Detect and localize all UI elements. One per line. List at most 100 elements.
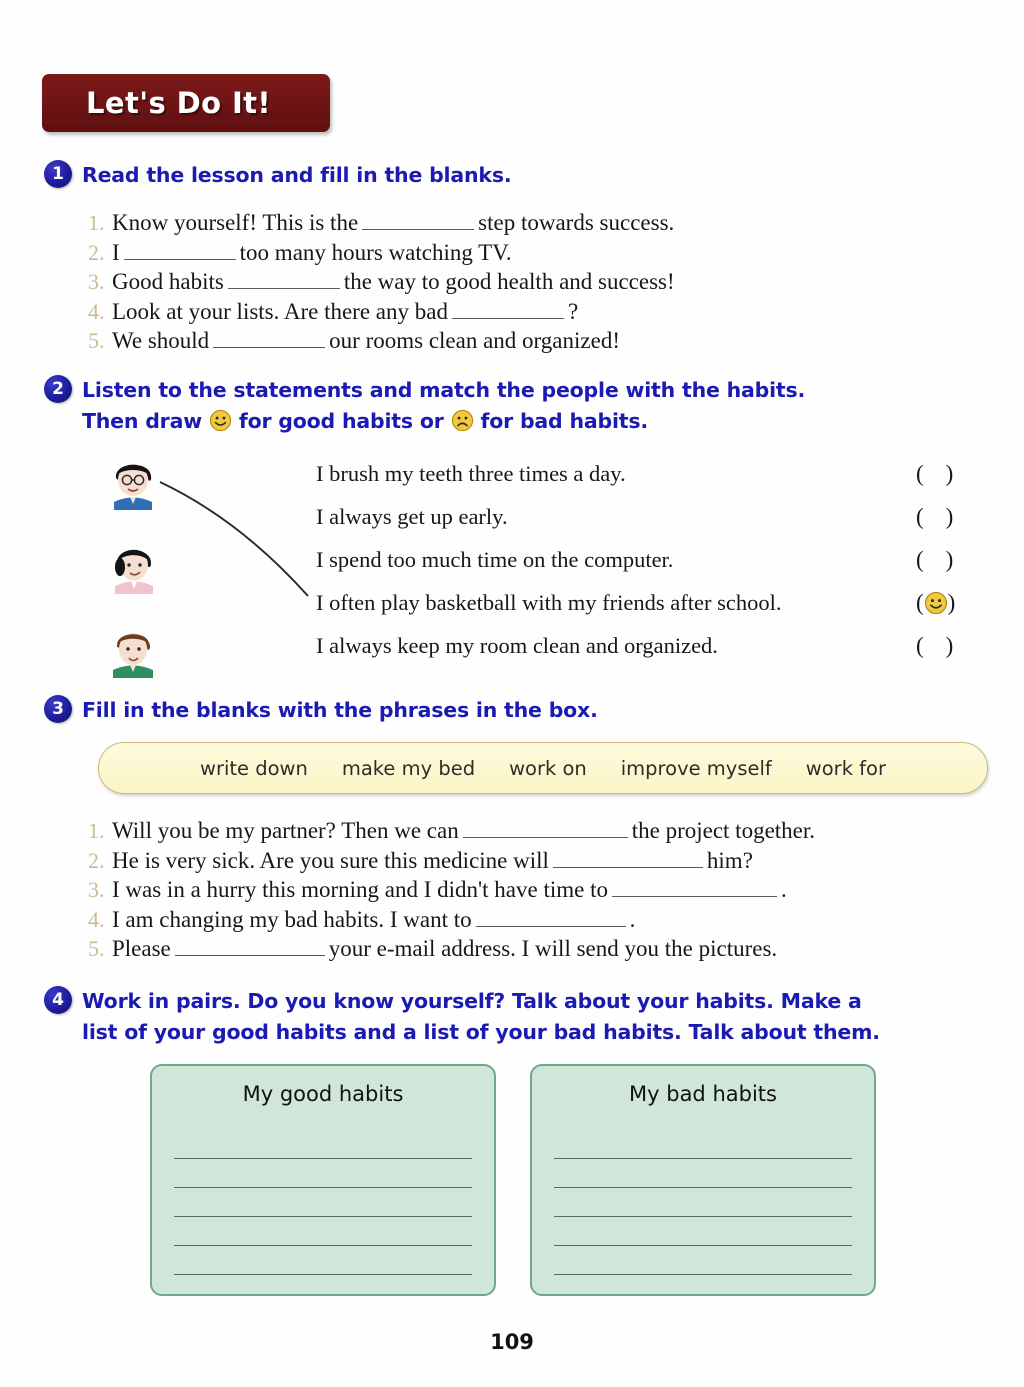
item-text-before: Look at your lists. Are there any bad xyxy=(112,298,448,324)
list-item: 1. Know yourself! This is the step towar… xyxy=(88,208,675,238)
exercise-4-number-badge: 4 xyxy=(44,986,72,1014)
list-item: I brush my teeth three times a day. () xyxy=(316,452,955,495)
fill-blank[interactable] xyxy=(451,317,564,319)
item-number: 4. xyxy=(88,298,105,324)
write-line[interactable] xyxy=(554,1217,852,1246)
statement-text: I brush my teeth three times a day. xyxy=(316,460,626,486)
exercise-3-number-badge: 3 xyxy=(44,695,72,723)
smiley-face-icon xyxy=(924,591,947,614)
write-line[interactable] xyxy=(554,1130,852,1159)
bad-habits-box: My bad habits xyxy=(530,1064,876,1296)
fill-blank[interactable] xyxy=(552,866,703,868)
item-text-after: our rooms clean and organized! xyxy=(329,328,620,353)
page-number: 109 xyxy=(490,1330,534,1354)
list-item: 2. I too many hours watching TV. xyxy=(88,238,675,268)
statement-text: I often play basketball with my friends … xyxy=(316,589,782,615)
avatar[interactable] xyxy=(104,536,162,594)
fill-blank[interactable] xyxy=(174,955,325,956)
exercise-3-heading: 3 Fill in the blanks with the phrases in… xyxy=(44,695,598,726)
write-line[interactable] xyxy=(174,1159,472,1188)
fill-blank[interactable] xyxy=(475,925,626,927)
write-line[interactable] xyxy=(174,1188,472,1217)
phrase-option[interactable]: improve myself xyxy=(621,757,772,780)
phrase-box: write down make my bed work on improve m… xyxy=(98,742,988,794)
item-text-before: I am changing my bad habits. I want to xyxy=(112,906,472,932)
write-line[interactable] xyxy=(554,1159,852,1188)
phrase-option[interactable]: work for xyxy=(806,757,886,780)
write-line[interactable] xyxy=(554,1246,852,1275)
phrase-option[interactable]: work on xyxy=(509,757,587,780)
answer-parens[interactable]: () xyxy=(916,547,953,573)
answer-parens[interactable]: () xyxy=(916,461,953,487)
item-text-before: Will you be my partner? Then we can xyxy=(112,818,459,843)
item-text-before: We should xyxy=(112,328,210,353)
list-item: 2. He is very sick. Are you sure this me… xyxy=(88,846,815,876)
exercise-3-title: Fill in the blanks with the phrases in t… xyxy=(82,698,598,722)
exercise-2-number-badge: 2 xyxy=(44,375,72,403)
item-number: 4. xyxy=(88,906,105,932)
item-text-before: He is very sick. Are you sure this medic… xyxy=(112,847,549,873)
write-line[interactable] xyxy=(174,1217,472,1246)
answer-parens[interactable]: () xyxy=(916,633,953,659)
fill-blank[interactable] xyxy=(227,288,340,289)
item-text-after: ? xyxy=(567,298,579,324)
list-item: 3. Good habits the way to good health an… xyxy=(88,267,675,297)
list-item: I always keep my room clean and organize… xyxy=(316,624,955,667)
exercise-2-avatar-column xyxy=(104,452,162,704)
fill-blank[interactable] xyxy=(123,258,236,260)
avatar[interactable] xyxy=(104,452,162,510)
fill-blank[interactable] xyxy=(462,837,628,838)
fill-blank[interactable] xyxy=(213,347,326,348)
item-text-after: him? xyxy=(706,847,753,873)
fill-blank[interactable] xyxy=(362,229,475,230)
item-text-before: I xyxy=(112,239,120,265)
avatar[interactable] xyxy=(104,620,162,678)
item-text-after: . xyxy=(781,877,787,902)
write-line[interactable] xyxy=(174,1246,472,1275)
list-item: 4. I am changing my bad habits. I want t… xyxy=(88,905,815,935)
item-number: 3. xyxy=(88,877,105,902)
exercise-1-list: 1. Know yourself! This is the step towar… xyxy=(88,208,675,356)
item-text-before: Know yourself! This is the xyxy=(112,210,359,235)
item-text-after: step towards success. xyxy=(478,210,675,235)
bad-habits-title: My bad habits xyxy=(629,1082,777,1106)
banner-label: Let's Do It! xyxy=(86,86,272,120)
item-text-after: the way to good health and success! xyxy=(343,269,675,294)
list-item: 1. Will you be my partner? Then we can t… xyxy=(88,816,815,846)
good-habits-title: My good habits xyxy=(242,1082,404,1106)
list-item: 3. I was in a hurry this morning and I d… xyxy=(88,875,815,905)
list-item: 4. Look at your lists. Are there any bad… xyxy=(88,297,675,327)
item-number: 3. xyxy=(88,269,105,294)
phrase-option[interactable]: write down xyxy=(200,757,308,780)
item-text-before: I was in a hurry this morning and I didn… xyxy=(112,877,608,902)
phrase-option[interactable]: make my bed xyxy=(342,757,475,780)
fill-blank[interactable] xyxy=(612,896,777,897)
write-line[interactable] xyxy=(174,1130,472,1159)
exercise-2-title-line2-c: for bad habits. xyxy=(480,409,649,433)
exercise-4-title-line1: Work in pairs. Do you know yourself? Tal… xyxy=(82,989,862,1013)
exercise-1-title: Read the lesson and fill in the blanks. xyxy=(82,163,512,187)
exercise-2-heading: 2 Listen to the statements and match the… xyxy=(44,375,805,437)
exercise-2-title: Listen to the statements and match the p… xyxy=(82,375,805,437)
exercise-2-statement-list: I brush my teeth three times a day. () I… xyxy=(316,452,955,667)
item-number: 2. xyxy=(88,847,105,873)
exercise-1-heading: 1 Read the lesson and fill in the blanks… xyxy=(44,160,512,191)
list-item: I always get up early. () xyxy=(316,495,955,538)
sad-face-icon xyxy=(451,409,473,432)
statement-text: I spend too much time on the computer. xyxy=(316,546,674,572)
item-number: 1. xyxy=(88,210,105,235)
answer-parens[interactable]: () xyxy=(916,504,953,530)
write-line[interactable] xyxy=(554,1188,852,1217)
exercise-4-title: Work in pairs. Do you know yourself? Tal… xyxy=(82,986,880,1048)
good-habits-box: My good habits xyxy=(150,1064,496,1296)
exercise-2-title-line1: Listen to the statements and match the p… xyxy=(82,378,806,402)
smiley-face-icon xyxy=(209,409,232,432)
item-number: 5. xyxy=(88,328,105,353)
list-item: I spend too much time on the computer. (… xyxy=(316,538,955,581)
list-item: I often play basketball with my friends … xyxy=(316,581,955,624)
answer-parens-filled[interactable]: ( ) xyxy=(916,590,955,616)
item-text-before: Please xyxy=(112,936,171,961)
exercise-4-heading: 4 Work in pairs. Do you know yourself? T… xyxy=(44,986,880,1048)
exercise-2-title-line2-b: for good habits or xyxy=(238,409,444,433)
item-number: 5. xyxy=(88,936,105,961)
